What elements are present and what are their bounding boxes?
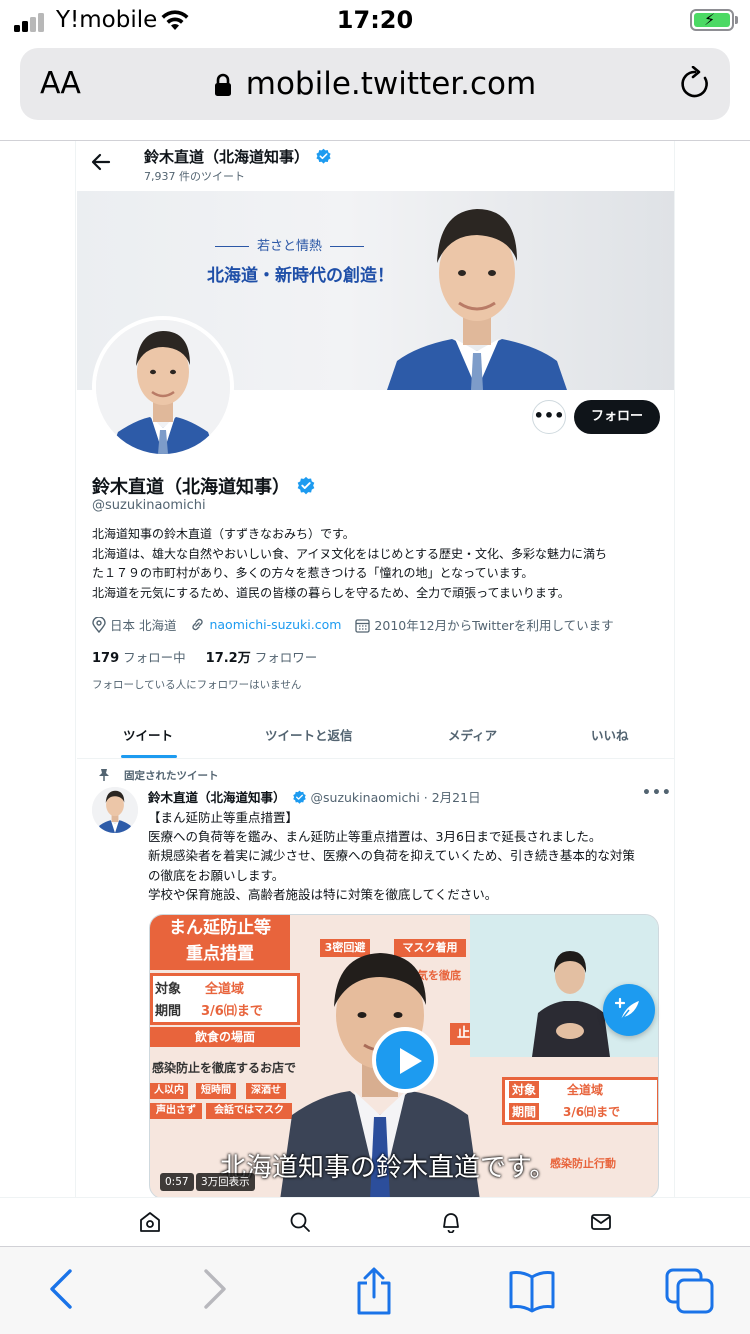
bell-icon[interactable] (440, 1211, 462, 1237)
active-tab-indicator (121, 755, 177, 758)
tweet-line: 新規感染者を着実に減少させ、医療への負荷を抑えていくため、引き続き基本的な対策 (148, 848, 635, 864)
follow-stats: 179 フォロー中 17.2万 フォロワー (92, 647, 317, 666)
status-bar: Y!mobile 17:20 ⚡ (0, 0, 750, 42)
profile-top-nav: 鈴木直道（北海道知事） 7,937 件のツイート (76, 141, 674, 189)
poster-panel: 対象 全道域 期間 3/6㈰まで (502, 1077, 658, 1125)
url-text: mobile.twitter.com (245, 66, 537, 102)
share-icon[interactable] (353, 1267, 395, 1319)
home-icon[interactable] (139, 1211, 161, 1237)
tweet-header: 鈴木直道（北海道知事） @suzukinaomichi · 2月21日 (148, 787, 481, 808)
bio-line: 北海道は、雄大な自然やおいしい食、アイヌ文化をはじめとする歴史・文化、多彩な魅力… (92, 546, 608, 561)
tweet-more-button[interactable]: ••• (642, 785, 672, 801)
profile-avatar[interactable] (92, 316, 234, 458)
reload-icon[interactable] (678, 65, 712, 106)
profile-handle: @suzukinaomichi (92, 498, 206, 513)
forward-arrow-icon[interactable] (200, 1267, 230, 1315)
tweet-handle-date[interactable]: @suzukinaomichi · 2月21日 (311, 790, 481, 805)
video-subtitle: 北海道知事の鈴木直道です。 (220, 1153, 556, 1183)
website-link[interactable]: naomichi-suzuki.com (209, 617, 341, 632)
banner-slogan: 北海道・新時代の創造！ (207, 266, 394, 286)
profile-tabs: ツイート ツイートと返信 メディア いいね (77, 709, 674, 759)
tweet-video[interactable]: まん延防止等 重点措置 対象 全道域 期間 3/6㈰まで 飲食の場面 感染防止を… (149, 914, 659, 1197)
banner-portrait (387, 209, 567, 390)
followers-you-know: フォローしている人にフォロワーはいません (92, 679, 302, 691)
back-arrow-icon[interactable] (90, 151, 112, 177)
tab-likes[interactable]: いいね (591, 725, 629, 744)
compose-tweet-button[interactable] (603, 984, 655, 1036)
profile-name: 鈴木直道（北海道知事） (92, 473, 316, 501)
tab-media[interactable]: メディア (448, 725, 497, 744)
video-duration: 0:57 (160, 1173, 194, 1191)
following-link[interactable]: 179 フォロー中 (92, 650, 186, 666)
safari-toolbar (0, 1246, 750, 1334)
play-button[interactable] (372, 1027, 438, 1093)
video-views: 3万回表示 (196, 1173, 255, 1191)
joined-item: 2010年12月からTwitterを利用しています (355, 615, 614, 634)
link-icon (192, 618, 204, 631)
poster-title: まん延防止等 重点措置 (150, 915, 290, 970)
tweet-count: 7,937 件のツイート (144, 170, 245, 183)
tweet-line: 学校や保育施設、高齢者施設は特に対策を徹底してください。 (148, 886, 498, 902)
mail-icon[interactable] (590, 1211, 612, 1237)
bio-line: た１７９の市町村があり、多くの方々を惹きつける「憧れの地」となっています。 (92, 566, 534, 581)
back-arrow-icon[interactable] (46, 1267, 76, 1315)
banner-tagline: 若さと情熱 (207, 235, 372, 254)
location-pin-icon (92, 616, 106, 634)
tweet-author-avatar[interactable] (92, 787, 138, 833)
tab-tweets-and-replies[interactable]: ツイートと返信 (265, 725, 353, 744)
verified-badge-icon (292, 790, 307, 808)
address-bar[interactable]: AA mobile.twitter.com (20, 48, 730, 120)
lock-icon (214, 69, 232, 105)
twitter-profile-page: 鈴木直道（北海道知事） 7,937 件のツイート 若さと情熱 北海道・新時代の創… (75, 141, 675, 1197)
nav-profile-name: 鈴木直道（北海道知事） (144, 146, 332, 169)
profile-bio: 北海道知事の鈴木直道（すずきなおみち）です。 北海道は、雄大な自然やおいしい食、… (92, 525, 662, 603)
tabs-icon[interactable] (664, 1267, 716, 1319)
followers-link[interactable]: 17.2万 フォロワー (206, 650, 318, 666)
profile-meta: 日本 北海道 naomichi-suzuki.com 2010年12月からTwi… (92, 615, 662, 635)
pin-icon (99, 769, 109, 781)
tab-tweets[interactable]: ツイート (123, 725, 173, 744)
verified-badge-icon (315, 148, 332, 169)
bio-line: 北海道を元気にするため、道民の皆様の暮らしを守るため、全力で頑張ってまいります。 (92, 585, 570, 600)
tweet-text: 【まん延防止等重点措置】 医療への負荷等を鑑み、まん延防止等重点措置は、3月6日… (148, 808, 668, 904)
bio-line: 北海道知事の鈴木直道（すずきなおみち）です。 (92, 527, 355, 541)
verified-badge-icon (296, 476, 316, 501)
twitter-bottom-nav (0, 1197, 750, 1245)
feather-plus-icon (615, 997, 639, 1021)
location-item: 日本 北海道 (92, 615, 176, 634)
url-field[interactable]: mobile.twitter.com (20, 66, 730, 105)
battery-charging-icon: ⚡ (690, 9, 738, 31)
search-icon[interactable] (289, 1211, 311, 1237)
calendar-icon (355, 619, 371, 633)
website-item[interactable]: naomichi-suzuki.com (190, 617, 341, 632)
bookmarks-icon[interactable] (508, 1267, 556, 1317)
profile-more-button[interactable]: ••• (532, 400, 566, 434)
pinned-label: 固定されたツイート (99, 768, 219, 783)
tweet-line: 【まん延防止等重点措置】 (148, 810, 299, 825)
tweet-line: の徹底をお願いします。 (148, 867, 285, 883)
tweet-author-name[interactable]: 鈴木直道（北海道知事） (148, 790, 286, 805)
tweet-line: 医療への負荷等を鑑み、まん延防止等重点措置は、3月6日まで延長されました。 (148, 829, 602, 845)
clock: 17:20 (336, 6, 414, 34)
follow-button[interactable]: フォロー (574, 400, 660, 434)
